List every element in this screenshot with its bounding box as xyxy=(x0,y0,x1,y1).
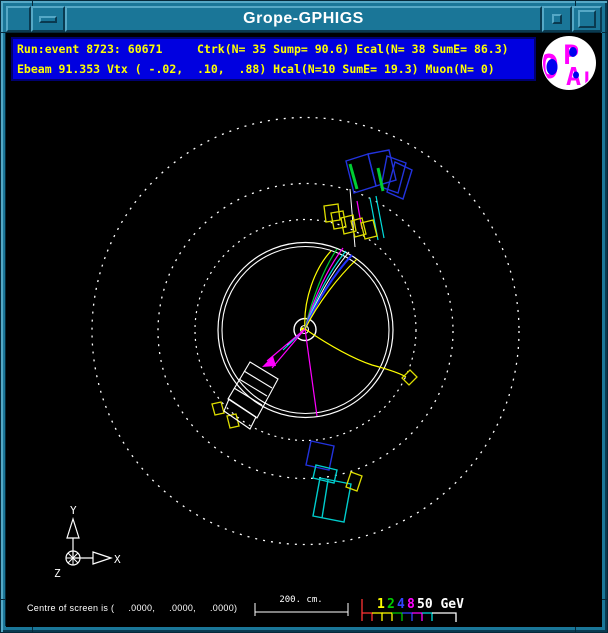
display-canvas[interactable]: O P A L xyxy=(6,33,602,627)
comb-segment xyxy=(432,613,456,622)
z-axis-label: Z xyxy=(54,567,61,580)
energy-scale-legend: 1 2 4 8 50 GeV xyxy=(362,597,464,622)
window-title: Grope-GPHIGS xyxy=(243,10,364,28)
maximize-icon xyxy=(578,10,596,28)
track xyxy=(305,259,357,329)
energy-legend-digit: 4 xyxy=(397,597,405,612)
ecal-hit xyxy=(381,156,406,193)
frame-seam xyxy=(32,0,33,6)
opal-logo: O P A L xyxy=(539,36,596,92)
minimize-icon xyxy=(552,14,562,24)
track-arrowhead xyxy=(262,356,276,367)
event-info-panel: Run:event 8723: 60671 Ctrk(N= 35 Sump= 9… xyxy=(11,37,536,81)
hcal-hit xyxy=(346,472,362,491)
app-window[interactable]: Grope-GPHIGS O P A L xyxy=(0,0,608,633)
comb-segment xyxy=(362,613,372,621)
frame-seam xyxy=(32,627,33,633)
scale-bar: 200. cm. xyxy=(255,595,348,616)
z-axis-spokes xyxy=(66,551,80,565)
ecal-hit xyxy=(346,154,376,193)
event-info-line2: Ebeam 91.353 Vtx ( -.02, .10, .88) Hcal(… xyxy=(13,59,534,79)
comb-segment xyxy=(392,613,402,621)
ecal-hit-edge xyxy=(322,480,328,518)
track-extension xyxy=(376,196,384,238)
y-axis-label: Y xyxy=(70,504,77,517)
scale-bar-label: 200. cm. xyxy=(279,595,322,605)
track xyxy=(305,329,406,377)
x-axis-label: X xyxy=(114,553,121,566)
energy-legend-digit: 2 xyxy=(387,597,395,612)
ecal-energy-bar xyxy=(350,164,357,189)
comb-segment xyxy=(412,613,422,621)
track xyxy=(305,329,317,416)
titlebar[interactable]: Grope-GPHIGS xyxy=(6,6,602,32)
frame-seam xyxy=(575,627,576,633)
energy-legend-digit: 8 xyxy=(407,597,415,612)
tof-cluster xyxy=(224,362,278,429)
ecal-hit xyxy=(313,478,351,522)
track-extension xyxy=(350,189,355,247)
axes-gnomon: Y X Z xyxy=(54,504,121,580)
hcal-hit xyxy=(227,414,239,428)
window-menu-button[interactable] xyxy=(31,6,65,32)
window-menu-icon xyxy=(39,16,57,23)
hcal-hit xyxy=(402,370,417,385)
ecal-hit xyxy=(387,162,412,199)
track xyxy=(272,329,305,368)
frame-seam xyxy=(602,32,608,33)
minimize-button[interactable] xyxy=(542,6,572,32)
ecal-clusters xyxy=(306,150,412,522)
hcal-hit xyxy=(212,402,224,415)
energy-legend-digit: 1 xyxy=(377,597,385,612)
title-drag-area[interactable]: Grope-GPHIGS xyxy=(65,6,542,32)
comb-segment xyxy=(402,613,412,621)
opal-logo-counter xyxy=(547,59,558,75)
opal-logo-counter xyxy=(569,47,577,57)
event-info-line1: Run:event 8723: 60671 Ctrk(N= 35 Sump= 9… xyxy=(13,39,534,59)
comb-segment xyxy=(372,613,382,621)
energy-legend-label: 50 GeV xyxy=(417,597,464,612)
frame-seam xyxy=(602,599,608,600)
maximize-button[interactable] xyxy=(572,6,602,32)
frame-seam xyxy=(575,0,576,6)
tof-segment-line xyxy=(244,371,272,388)
titlebar-corner-piece[interactable] xyxy=(6,6,31,32)
comb-segment xyxy=(422,613,432,621)
comb-segment xyxy=(382,613,392,621)
opal-logo-counter xyxy=(573,72,579,79)
y-axis-arrowhead xyxy=(67,519,79,538)
track xyxy=(267,329,305,361)
status-centre-text: Centre of screen is ( .0000, .0000, .000… xyxy=(27,603,237,613)
track xyxy=(305,255,352,329)
event-display: O P A L xyxy=(6,33,602,627)
x-axis-arrowhead xyxy=(93,552,111,564)
